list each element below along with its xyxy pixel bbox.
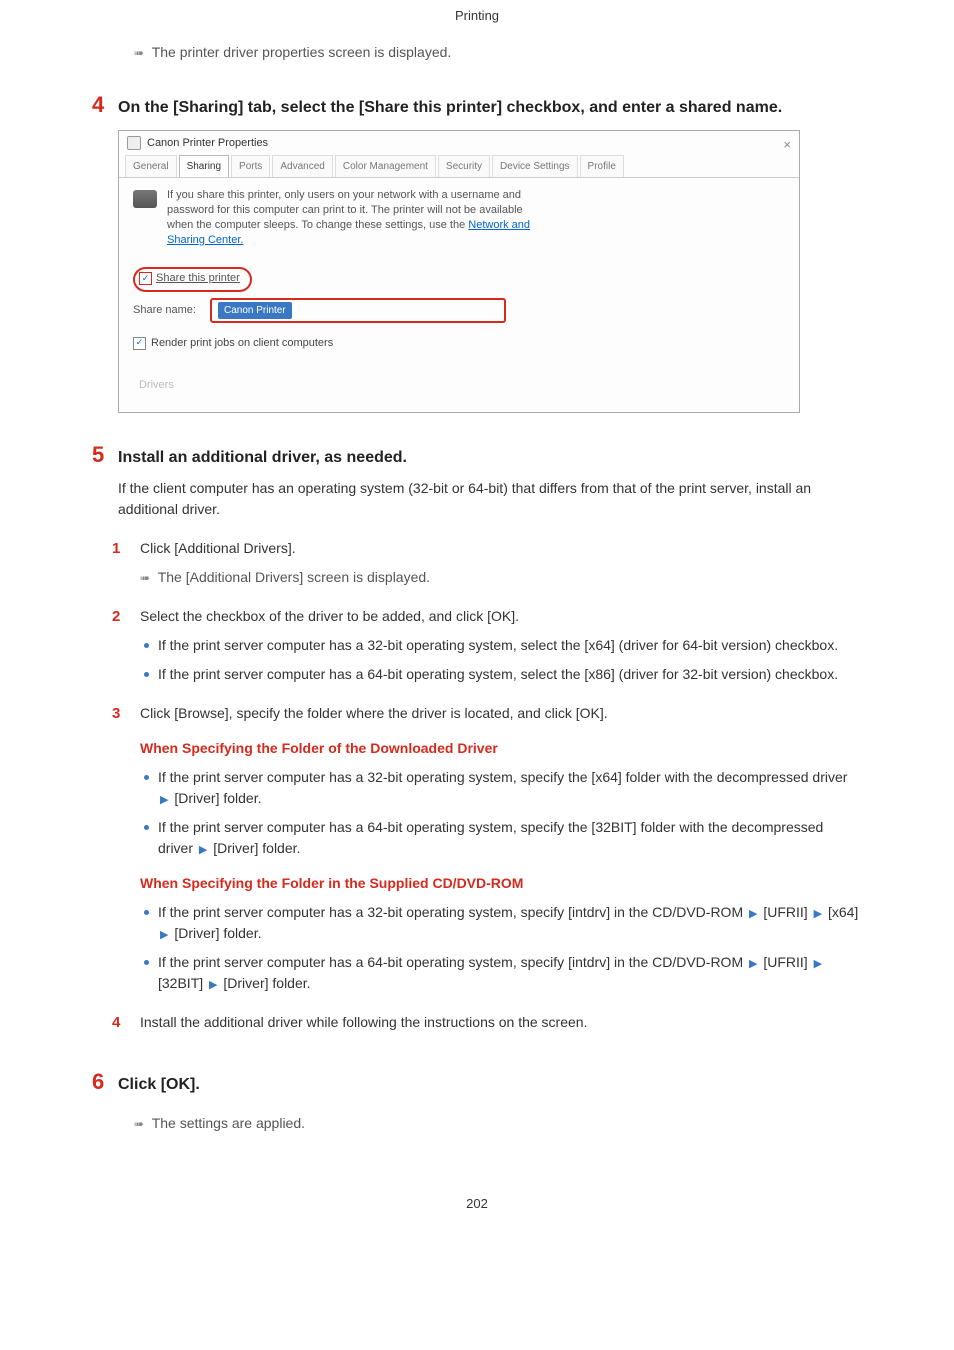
render-label: Render print jobs on client computers — [151, 335, 333, 352]
subsection-heading: When Specifying the Folder in the Suppli… — [140, 873, 862, 894]
substep-text: Click [Additional Drivers]. — [140, 538, 862, 559]
chevron-right-icon: ▶ — [749, 906, 757, 923]
substep-text: Select the checkbox of the driver to be … — [140, 606, 862, 627]
share-printer-highlight: ✓ Share this printer — [133, 267, 252, 292]
step-number: 5 — [92, 443, 118, 467]
page-header: Printing — [0, 0, 954, 36]
dialog-tabs: General Sharing Ports Advanced Color Man… — [119, 155, 799, 177]
tab-sharing[interactable]: Sharing — [179, 155, 229, 177]
subsection-heading: When Specifying the Folder of the Downlo… — [140, 738, 862, 759]
step-number: 4 — [92, 93, 118, 117]
chevron-right-icon: ▶ — [749, 956, 757, 973]
share-icon — [133, 190, 157, 208]
arrow-right-icon: ➠ — [140, 569, 148, 587]
list-item: If the print server computer has a 64-bi… — [140, 817, 862, 859]
properties-dialog: Canon Printer Properties × General Shari… — [118, 130, 800, 413]
substep-text: Install the additional driver while foll… — [140, 1012, 862, 1033]
tab-profile[interactable]: Profile — [580, 155, 624, 177]
tab-security[interactable]: Security — [438, 155, 490, 177]
chevron-right-icon: ▶ — [814, 906, 822, 923]
step-title: Install an additional driver, as needed. — [118, 446, 407, 470]
list-item: If the print server computer has a 32-bi… — [140, 767, 862, 809]
result-text-content: The [Additional Drivers] screen is displ… — [158, 569, 430, 585]
tab-device-settings[interactable]: Device Settings — [492, 155, 577, 177]
list-item: If the print server computer has a 32-bi… — [140, 635, 862, 656]
chevron-right-icon: ▶ — [199, 842, 207, 859]
substep-text: Click [Browse], specify the folder where… — [140, 703, 862, 724]
step-title: Click [OK]. — [118, 1073, 200, 1097]
result-text: ➠ The printer driver properties screen i… — [134, 42, 862, 63]
dialog-title: Canon Printer Properties — [147, 135, 268, 152]
substep-number: 2 — [112, 606, 140, 629]
list-item: If the print server computer has a 64-bi… — [140, 952, 862, 994]
share-printer-label: Share this printer — [156, 270, 240, 287]
tab-ports[interactable]: Ports — [231, 155, 270, 177]
list-item: If the print server computer has a 32-bi… — [140, 902, 862, 944]
drivers-section-label: Drivers — [139, 377, 785, 394]
step-explain: If the client computer has an operating … — [118, 478, 862, 520]
render-checkbox[interactable]: ✓ — [133, 337, 146, 350]
chevron-right-icon: ▶ — [160, 927, 168, 944]
share-printer-checkbox[interactable]: ✓ — [139, 272, 152, 285]
step-title: On the [Sharing] tab, select the [Share … — [118, 96, 782, 120]
close-icon[interactable]: × — [783, 135, 791, 155]
substep-number: 3 — [112, 703, 140, 726]
tab-advanced[interactable]: Advanced — [272, 155, 332, 177]
step-number: 6 — [92, 1070, 118, 1094]
tab-color-management[interactable]: Color Management — [335, 155, 436, 177]
arrow-right-icon: ➠ — [134, 1115, 142, 1133]
arrow-right-icon: ➠ — [134, 44, 142, 62]
printer-icon — [127, 136, 141, 150]
list-item: If the print server computer has a 64-bi… — [140, 664, 862, 685]
tab-general[interactable]: General — [125, 155, 177, 177]
share-name-highlight: Canon Printer — [210, 298, 506, 323]
substep-number: 4 — [112, 1012, 140, 1035]
share-name-input[interactable]: Canon Printer — [218, 302, 292, 319]
chevron-right-icon: ▶ — [160, 792, 168, 809]
substep-number: 1 — [112, 538, 140, 561]
share-name-label: Share name: — [133, 302, 196, 319]
chevron-right-icon: ▶ — [814, 956, 822, 973]
result-text-content: The settings are applied. — [152, 1115, 305, 1131]
dialog-info-text: If you share this printer, only users on… — [167, 188, 547, 247]
result-text-content: The printer driver properties screen is … — [152, 44, 452, 60]
page-number: 202 — [0, 1174, 954, 1234]
chevron-right-icon: ▶ — [209, 977, 217, 994]
